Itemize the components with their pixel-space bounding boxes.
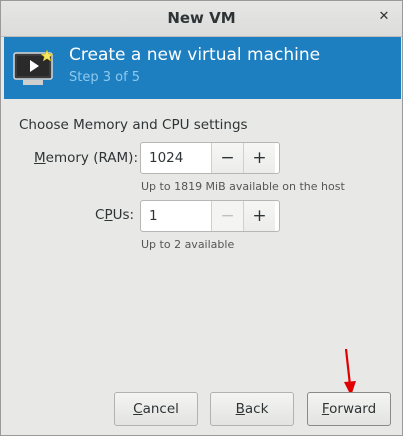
cpus-spinner[interactable]: 1 − + [140, 200, 280, 232]
section-title: Choose Memory and CPU settings [19, 117, 248, 133]
annotation-arrow-icon [344, 348, 356, 396]
memory-input[interactable]: 1024 [141, 143, 211, 173]
cpus-increment-button[interactable]: + [243, 201, 275, 231]
wizard-heading: Create a new virtual machine [69, 45, 321, 65]
wizard-banner: Create a new virtual machine Step 3 of 5 [4, 37, 401, 99]
memory-hint: Up to 1819 MiB available on the host [141, 180, 345, 193]
cpus-decrement-button[interactable]: − [211, 201, 243, 231]
cpus-hint: Up to 2 available [141, 238, 235, 251]
new-vm-dialog: New VM ✕ Create a new virtual machine St… [0, 0, 403, 436]
back-button[interactable]: Back [210, 392, 294, 426]
memory-label: Memory (RAM): [34, 150, 139, 166]
vm-monitor-icon [13, 49, 54, 85]
forward-button[interactable]: Forward [307, 392, 391, 426]
memory-increment-button[interactable]: + [243, 143, 275, 173]
close-icon[interactable]: ✕ [375, 8, 393, 26]
cpus-label: CPUs: [95, 207, 135, 223]
wizard-step: Step 3 of 5 [69, 70, 141, 85]
cpus-input[interactable]: 1 [141, 201, 211, 231]
window-title: New VM [167, 9, 236, 27]
titlebar[interactable]: New VM ✕ [1, 1, 402, 37]
cancel-button[interactable]: Cancel [114, 392, 198, 426]
memory-spinner[interactable]: 1024 − + [140, 142, 280, 174]
memory-decrement-button[interactable]: − [211, 143, 243, 173]
